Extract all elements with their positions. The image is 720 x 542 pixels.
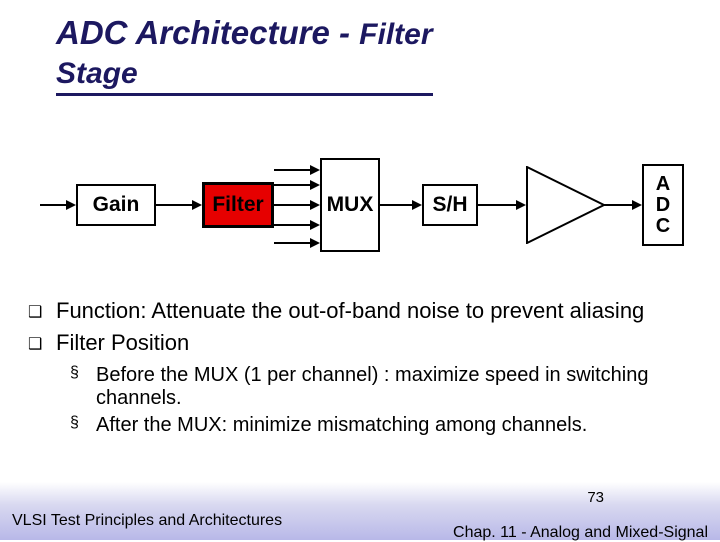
- arrow-icon: [310, 220, 320, 230]
- footer-right: Chap. 11 - Analog and Mixed-Signal: [453, 523, 708, 542]
- bullet-marker-icon: ❑: [28, 330, 46, 360]
- sub-bullet-text: After the MUX: minimize mismatching amon…: [96, 414, 587, 437]
- amplifier-icon: [526, 166, 606, 244]
- adc-block: A D C: [642, 164, 684, 246]
- slide-footer: 73 VLSI Test Principles and Architecture…: [0, 482, 720, 540]
- arrow-icon: [516, 200, 526, 210]
- sub-bullet-text: Before the MUX (1 per channel) : maximiz…: [96, 364, 690, 410]
- arrow-icon: [310, 200, 320, 210]
- title-sub2: Stage: [56, 57, 138, 90]
- filter-block: Filter: [202, 182, 274, 228]
- arrow-icon: [310, 165, 320, 175]
- bullet-item: ❑ Function: Attenuate the out-of-band no…: [28, 298, 698, 328]
- arrow-icon: [192, 200, 202, 210]
- arrow-icon: [310, 180, 320, 190]
- sub-bullet-item: § Before the MUX (1 per channel) : maxim…: [70, 364, 690, 410]
- wire: [156, 204, 196, 206]
- bullet-list: ❑ Function: Attenuate the out-of-band no…: [0, 294, 720, 360]
- bullet-text: Function: Attenuate the out-of-band nois…: [56, 298, 644, 328]
- arrow-icon: [310, 238, 320, 248]
- arrow-icon: [632, 200, 642, 210]
- title-main: ADC Architecture -: [56, 14, 359, 51]
- slide-title-area: ADC Architecture - Filter Stage: [0, 0, 720, 96]
- footer-left: VLSI Test Principles and Architectures: [12, 512, 282, 530]
- title-sub1: Filter: [359, 18, 432, 51]
- wire: [380, 204, 416, 206]
- sample-hold-block: S/H: [422, 184, 478, 226]
- sub-bullet-item: § After the MUX: minimize mismatching am…: [70, 414, 690, 437]
- arrow-icon: [66, 200, 76, 210]
- sub-bullet-list: § Before the MUX (1 per channel) : maxim…: [0, 362, 720, 437]
- wire: [478, 204, 520, 206]
- slide-title: ADC Architecture - Filter Stage: [56, 14, 433, 96]
- page-number: 73: [587, 489, 604, 506]
- sub-bullet-marker-icon: §: [70, 414, 86, 437]
- bullet-text: Filter Position: [56, 330, 189, 360]
- bullet-marker-icon: ❑: [28, 298, 46, 328]
- arrow-icon: [412, 200, 422, 210]
- bullet-item: ❑ Filter Position: [28, 330, 698, 360]
- sub-bullet-marker-icon: §: [70, 364, 86, 410]
- mux-block: MUX: [320, 158, 380, 252]
- block-diagram: Gain Filter MUX S/H A D C: [0, 124, 720, 294]
- gain-block: Gain: [76, 184, 156, 226]
